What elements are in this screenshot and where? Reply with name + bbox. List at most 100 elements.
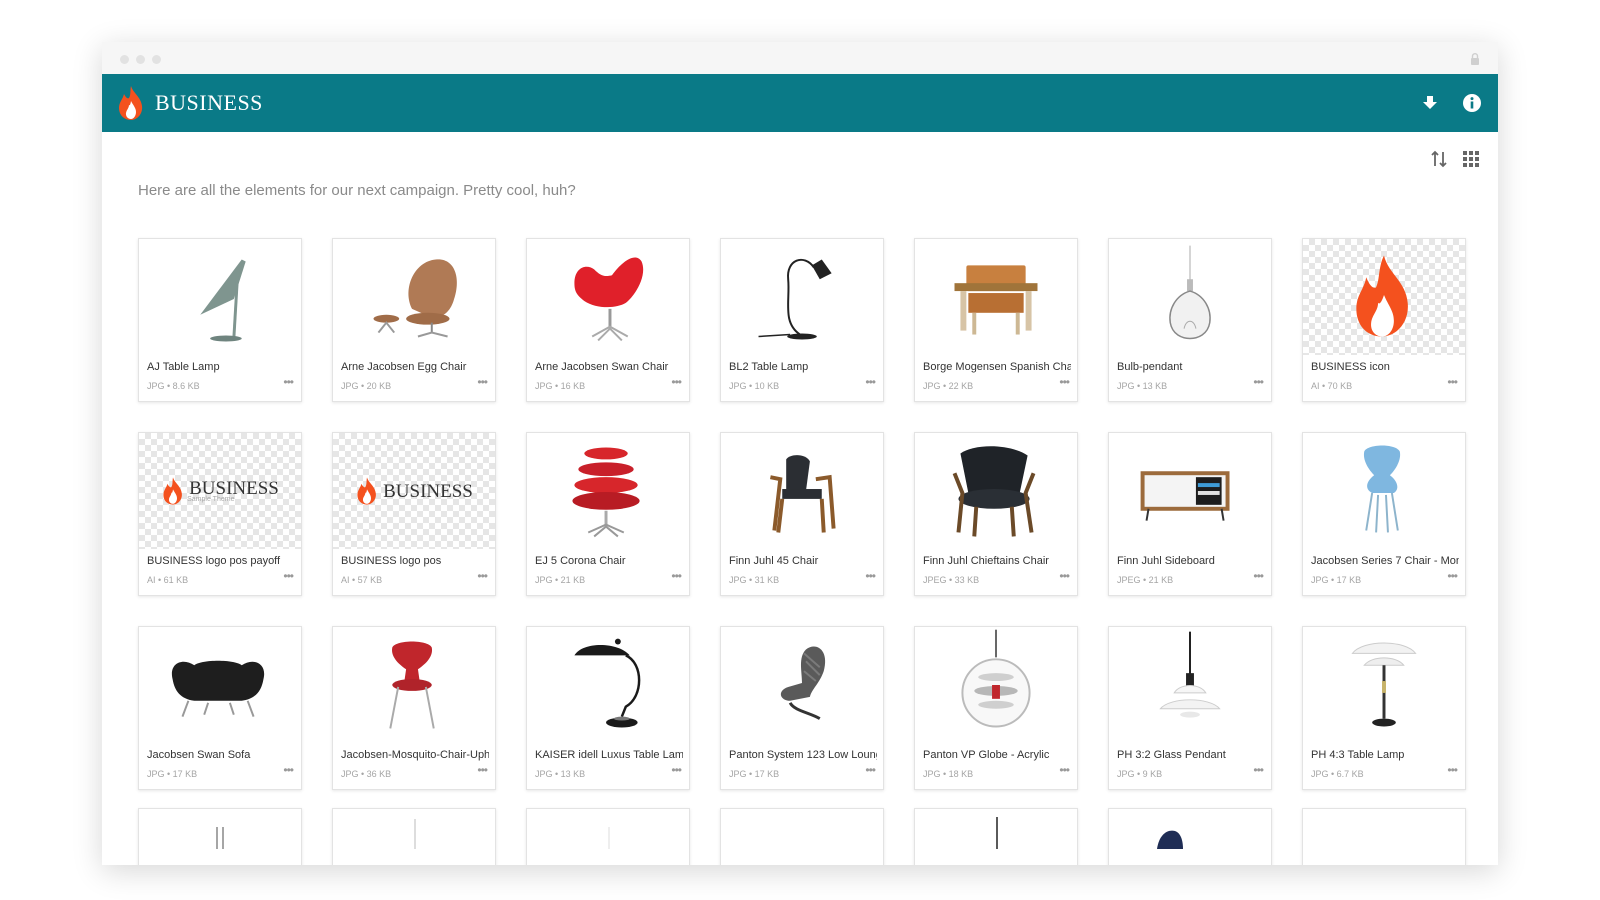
browser-window: BUSINESS Here are all the elements for o…	[102, 42, 1498, 865]
bl2-lamp-image	[758, 258, 832, 340]
more-options-icon[interactable]: •••	[1059, 764, 1070, 776]
mosquito-image	[389, 641, 435, 729]
asset-meta: JPG • 20 KB	[341, 381, 392, 391]
asset-card[interactable]: BL2 Table Lamp JPG • 10 KB •••	[720, 238, 884, 402]
aj-lamp-image	[200, 259, 246, 342]
asset-name: Arne Jacobsen Egg Chair	[341, 361, 467, 373]
asset-card[interactable]: EJ 5 Corona Chair JPG • 21 KB •••	[526, 432, 690, 596]
asset-card[interactable]: BUSINESS BUSINESS logo pos AI • 57 KB •••	[332, 432, 496, 596]
asset-grid-partial-row	[138, 808, 1466, 865]
vp-globe-image	[961, 629, 1031, 728]
ph-pendant-image	[1159, 631, 1221, 718]
asset-name: PH 3:2 Glass Pendant	[1117, 749, 1226, 761]
more-options-icon[interactable]: •••	[671, 764, 682, 776]
more-options-icon[interactable]: •••	[865, 570, 876, 582]
more-options-icon[interactable]: •••	[477, 376, 488, 388]
asset-card[interactable]: AJ Table Lamp JPG • 8.6 KB •••	[138, 238, 302, 402]
egg-chair-image	[373, 259, 457, 338]
asset-card-partial[interactable]	[1108, 808, 1272, 865]
business-logo: BUSINESS Sample Theme	[161, 476, 279, 506]
window-dot-icon	[120, 55, 129, 64]
asset-name: Borge Mogensen Spanish Chair	[923, 361, 1071, 373]
asset-card[interactable]: Finn Juhl 45 Chair JPG • 31 KB •••	[720, 432, 884, 596]
asset-thumbnail	[139, 239, 301, 355]
sort-icon[interactable]	[1430, 150, 1448, 168]
more-options-icon[interactable]: •••	[283, 764, 294, 776]
asset-thumbnail	[1303, 433, 1465, 549]
asset-thumbnail	[1303, 627, 1465, 743]
asset-card[interactable]: PH 4:3 Table Lamp JPG • 6.7 KB •••	[1302, 626, 1466, 790]
asset-card[interactable]: Finn Juhl Sideboard JPEG • 21 KB •••	[1108, 432, 1272, 596]
asset-card[interactable]: Borge Mogensen Spanish Chair JPG • 22 KB •…	[914, 238, 1078, 402]
top-bar: BUSINESS	[102, 74, 1498, 132]
asset-name: BUSINESS logo pos	[341, 555, 442, 567]
pendant-thumbnail	[414, 819, 416, 849]
asset-card[interactable]: Panton VP Globe - Acrylic JPG • 18 KB •••	[914, 626, 1078, 790]
asset-meta: JPG • 17 KB	[147, 769, 198, 779]
asset-thumbnail: BUSINESS Sample Theme	[139, 433, 301, 549]
more-options-icon[interactable]: •••	[671, 376, 682, 388]
ph-lamp-image	[1351, 642, 1417, 727]
asset-meta: JPG • 22 KB	[923, 381, 974, 391]
asset-name: AJ Table Lamp	[147, 361, 220, 373]
asset-name: Bulb-pendant	[1117, 361, 1183, 373]
more-options-icon[interactable]: •••	[1253, 764, 1264, 776]
download-button[interactable]	[1418, 91, 1442, 115]
asset-card[interactable]: BUSINESS icon AI • 70 KB •••	[1302, 238, 1466, 402]
asset-card[interactable]: Panton System 123 Low Lounge JPG • 17 KB •…	[720, 626, 884, 790]
asset-thumbnail	[721, 627, 883, 743]
asset-meta: JPG • 36 KB	[341, 769, 392, 779]
asset-card[interactable]: BUSINESS Sample Theme BUSINESS logo pos pa…	[138, 432, 302, 596]
swan-chair-image	[574, 257, 644, 342]
asset-card-partial[interactable]	[138, 808, 302, 865]
asset-card[interactable]: Jacobsen Series 7 Chair - Monochrome JPG …	[1302, 432, 1466, 596]
asset-card-partial[interactable]	[332, 808, 496, 865]
asset-card[interactable]: Bulb-pendant JPG • 13 KB •••	[1108, 238, 1272, 402]
more-options-icon[interactable]: •••	[1253, 376, 1264, 388]
asset-name: Arne Jacobsen Swan Chair	[535, 361, 669, 373]
asset-grid: AJ Table Lamp JPG • 8.6 KB ••• Arne Jacobse…	[138, 238, 1466, 790]
asset-card[interactable]: Jacobsen-Mosquito-Chair-Upholstered JPG •…	[332, 626, 496, 790]
sideboard-image	[1140, 471, 1230, 521]
logo-text: BUSINESS	[383, 480, 473, 502]
more-options-icon[interactable]: •••	[477, 570, 488, 582]
more-options-icon[interactable]: •••	[1059, 570, 1070, 582]
more-options-icon[interactable]: •••	[671, 570, 682, 582]
download-icon	[1423, 96, 1437, 109]
asset-card[interactable]: Jacobsen Swan Sofa JPG • 17 KB •••	[138, 626, 302, 790]
asset-card[interactable]: Arne Jacobsen Egg Chair JPG • 20 KB •••	[332, 238, 496, 402]
asset-meta: JPG • 6.7 KB	[1311, 769, 1364, 779]
grid-view-icon[interactable]	[1462, 150, 1480, 168]
asset-card[interactable]: Finn Juhl Chieftains Chair JPEG • 33 KB ••…	[914, 432, 1078, 596]
more-options-icon[interactable]: •••	[1253, 570, 1264, 582]
more-options-icon[interactable]: •••	[1447, 376, 1458, 388]
asset-card-partial[interactable]	[1302, 808, 1466, 865]
asset-name: Panton VP Globe - Acrylic	[923, 749, 1050, 761]
asset-card[interactable]: PH 3:2 Glass Pendant JPG • 9 KB •••	[1108, 626, 1272, 790]
more-options-icon[interactable]: •••	[283, 376, 294, 388]
asset-thumbnail	[1109, 627, 1271, 743]
asset-name: BL2 Table Lamp	[729, 361, 809, 373]
asset-thumbnail	[1109, 433, 1271, 549]
asset-card-partial[interactable]	[914, 808, 1078, 865]
asset-card-partial[interactable]	[526, 808, 690, 865]
corona-chair-image	[572, 447, 640, 538]
info-button[interactable]	[1460, 91, 1484, 115]
more-options-icon[interactable]: •••	[865, 376, 876, 388]
asset-meta: JPEG • 33 KB	[923, 575, 980, 585]
more-options-icon[interactable]: •••	[1447, 570, 1458, 582]
more-options-icon[interactable]: •••	[283, 570, 294, 582]
asset-name: Finn Juhl 45 Chair	[729, 555, 819, 567]
asset-name: Jacobsen Swan Sofa	[147, 749, 251, 761]
asset-name: PH 4:3 Table Lamp	[1311, 749, 1405, 761]
asset-card[interactable]: KAISER idell Luxus Table Lamp JPG • 13 KB…	[526, 626, 690, 790]
more-options-icon[interactable]: •••	[1447, 764, 1458, 776]
asset-card-partial[interactable]	[720, 808, 884, 865]
asset-meta: JPG • 31 KB	[729, 575, 780, 585]
more-options-icon[interactable]: •••	[477, 764, 488, 776]
asset-thumbnail	[915, 627, 1077, 743]
more-options-icon[interactable]: •••	[1059, 376, 1070, 388]
asset-meta: AI • 61 KB	[147, 575, 189, 585]
asset-card[interactable]: Arne Jacobsen Swan Chair JPG • 16 KB •••	[526, 238, 690, 402]
more-options-icon[interactable]: •••	[865, 764, 876, 776]
